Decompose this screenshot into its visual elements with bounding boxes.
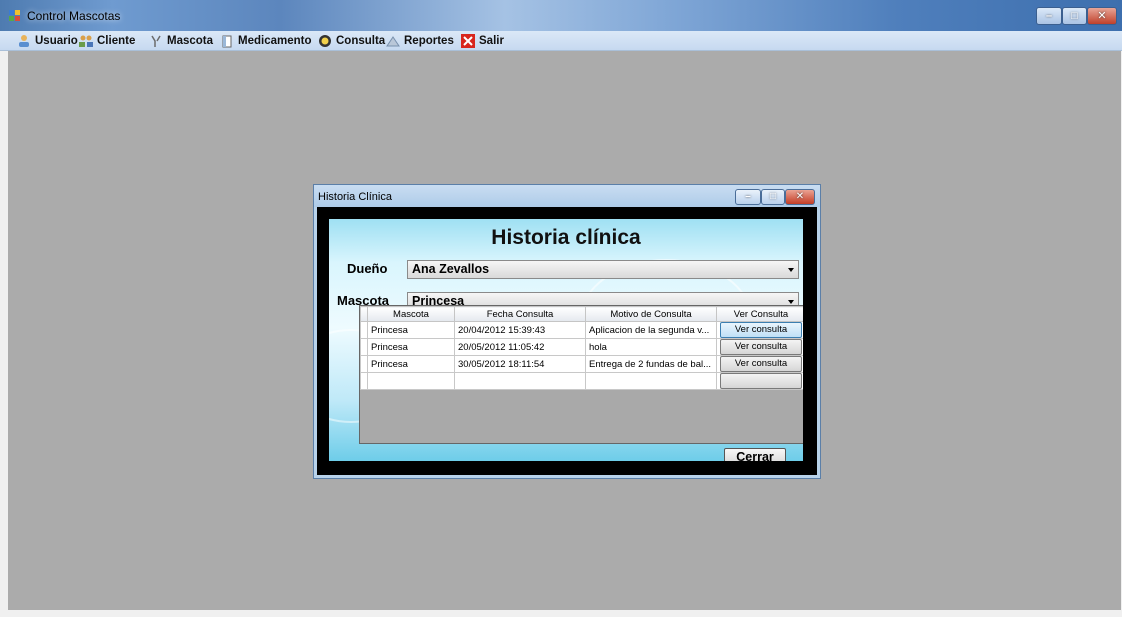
column-header-mascota[interactable]: Mascota [367,306,455,322]
table-row[interactable]: Princesa 30/05/2012 18:11:54 Entrega de … [360,355,803,373]
menu-usuario-label: Usuario [35,34,78,47]
cell-mascota[interactable]: Princesa [367,338,455,356]
medicine-icon [220,34,234,48]
grid-header-row: Mascota Fecha Consulta Motivo de Consult… [360,306,803,322]
window-border [0,51,8,611]
view-consultation-button[interactable]: Ver consulta [720,339,802,355]
cell-fecha[interactable]: 30/05/2012 18:11:54 [454,355,586,373]
exit-icon [461,33,475,48]
cell-mascota[interactable] [367,372,455,390]
close-icon: ✕ [795,191,805,202]
menu-salir[interactable]: Salir [461,33,504,48]
maximize-button[interactable]: □ [1062,7,1087,25]
view-consultation-button[interactable]: Ver consulta [720,322,802,338]
app-icon [9,10,21,21]
menu-consulta[interactable]: Consulta [318,33,385,48]
clients-icon [79,34,93,48]
table-row[interactable]: Princesa 20/04/2012 15:39:43 Aplicacion … [360,321,803,339]
view-consultation-button[interactable] [720,373,802,389]
cell-motivo[interactable]: Aplicacion de la segunda v... [585,321,717,339]
chevron-down-icon[interactable] [788,268,794,272]
maximize-icon: □ [769,191,777,202]
historia-clinica-window: Historia Clínica – □ ✕ Historia clínica … [313,184,821,479]
menu-mascota[interactable]: Mascota [149,33,213,48]
row-header-corner [360,306,368,322]
owner-label: Dueño [347,261,388,276]
window-bottom-border [0,611,1122,617]
chevron-down-icon[interactable] [788,300,794,304]
user-icon [17,34,31,48]
pet-icon [149,34,163,48]
menu-mascota-label: Mascota [167,34,214,47]
row-header[interactable] [360,321,368,339]
cell-ver: Ver consulta [716,355,803,373]
menu-medicamento-label: Medicamento [238,34,312,47]
menu-cliente[interactable]: Cliente [79,33,135,48]
child-window-title: Historia Clínica [318,191,392,203]
close-icon: ✕ [1097,10,1107,22]
minimize-button[interactable]: – [1036,7,1062,25]
cell-ver: Ver consulta [716,321,803,339]
reports-icon [386,34,400,48]
table-row-new[interactable] [360,372,803,390]
page-title: Historia clínica [491,226,641,249]
menu-reportes[interactable]: Reportes [386,33,454,48]
consultation-icon [318,34,332,48]
menu-bar: Usuario Cliente Mascota Medicamento Cons… [0,31,1122,51]
cell-motivo[interactable]: hola [585,338,717,356]
minimize-icon: – [1045,10,1053,22]
cell-mascota[interactable]: Princesa [367,355,455,373]
menu-medicamento[interactable]: Medicamento [220,33,312,48]
cell-motivo[interactable]: Entrega de 2 fundas de bal... [585,355,717,373]
menu-reportes-label: Reportes [404,34,454,47]
cell-fecha[interactable] [454,372,586,390]
column-header-motivo[interactable]: Motivo de Consulta [585,306,717,322]
column-header-ver[interactable]: Ver Consulta [716,306,803,322]
child-body: Historia clínica Dueño Ana Zevallos Masc… [317,207,817,475]
cell-motivo[interactable] [585,372,717,390]
child-maximize-button[interactable]: □ [761,189,785,205]
cell-mascota[interactable]: Princesa [367,321,455,339]
row-header[interactable] [360,338,368,356]
child-minimize-button[interactable]: – [735,189,761,205]
child-close-button[interactable]: ✕ [785,189,815,205]
row-header[interactable] [360,372,368,390]
form-panel: Historia clínica Dueño Ana Zevallos Masc… [329,219,803,461]
cell-ver [716,372,803,390]
close-button[interactable]: ✕ [1087,7,1117,25]
cerrar-button[interactable]: Cerrar [724,448,786,461]
consultations-grid[interactable]: Mascota Fecha Consulta Motivo de Consult… [359,305,803,444]
minimize-icon: – [745,191,751,202]
owner-value: Ana Zevallos [412,262,490,276]
owner-combobox[interactable]: Ana Zevallos [407,260,799,279]
child-title-bar[interactable]: Historia Clínica – □ ✕ [314,185,820,207]
view-consultation-button[interactable]: Ver consulta [720,356,802,372]
row-header[interactable] [360,355,368,373]
menu-consulta-label: Consulta [336,34,386,47]
cell-ver: Ver consulta [716,338,803,356]
menu-usuario[interactable]: Usuario [17,33,78,48]
menu-cliente-label: Cliente [97,34,136,47]
table-row[interactable]: Princesa 20/05/2012 11:05:42 hola Ver co… [360,338,803,356]
maximize-icon: □ [1071,10,1078,22]
cell-fecha[interactable]: 20/04/2012 15:39:43 [454,321,586,339]
cell-fecha[interactable]: 20/05/2012 11:05:42 [454,338,586,356]
app-title: Control Mascotas [27,9,121,23]
main-title-bar[interactable]: Control Mascotas – □ ✕ [0,0,1122,31]
menu-salir-label: Salir [479,34,504,47]
column-header-fecha[interactable]: Fecha Consulta [454,306,586,322]
